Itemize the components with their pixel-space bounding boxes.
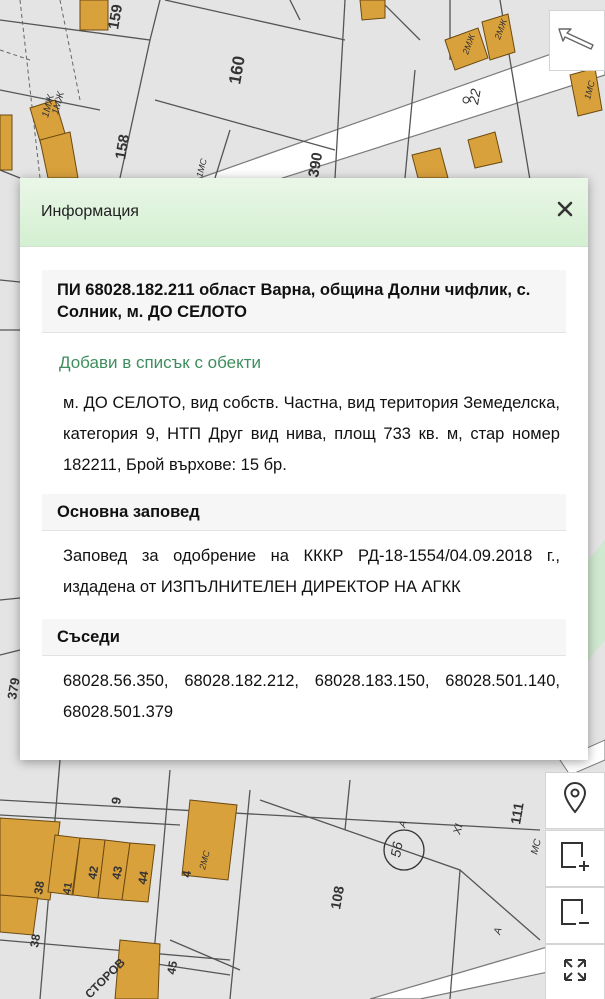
fullscreen-button[interactable] [545, 944, 605, 999]
overview-map-button[interactable] [549, 10, 605, 71]
map-pin-icon [562, 782, 588, 819]
parcel-label: 44 [135, 870, 151, 886]
parcel-label: 42 [85, 865, 101, 881]
arrow-icon [557, 25, 597, 56]
location-button[interactable] [545, 772, 605, 829]
parcel-label: 38 [27, 933, 43, 949]
square-plus-icon [558, 839, 592, 878]
parcel-label: 38 [31, 880, 47, 896]
parcel-label: 22 [465, 87, 484, 106]
dialog-body: ПИ 68028.182.211 област Варна, община До… [20, 247, 588, 728]
info-dialog: Информация ПИ 68028.182.211 област Варна… [20, 178, 588, 760]
parcel-title: ПИ 68028.182.211 област Варна, община До… [42, 270, 566, 333]
dialog-header: Информация [20, 178, 588, 247]
parcel-label: 43 [109, 865, 125, 881]
parcel-description: м. ДО СЕЛОТО, вид собств. Частна, вид те… [63, 394, 560, 474]
neighbors-list: 68028.56.350, 68028.182.212, 68028.183.1… [63, 672, 560, 721]
order-heading: Основна заповед [42, 494, 566, 531]
square-minus-icon [558, 896, 592, 935]
add-to-list-link[interactable]: Добави в списък с обекти [59, 353, 566, 373]
add-area-button[interactable] [545, 830, 605, 887]
parcel-label: 41 [61, 881, 75, 895]
parcel-label: 56 [387, 840, 405, 858]
order-text: Заповед за одобрение на КККР РД-18-1554/… [63, 547, 560, 596]
parcel-label: 45 [164, 960, 180, 976]
close-icon [557, 201, 573, 222]
dialog-title: Информация [41, 203, 139, 220]
close-button[interactable] [554, 200, 576, 222]
expand-icon [562, 957, 588, 988]
neighbors-heading: Съседи [42, 619, 566, 656]
remove-area-button[interactable] [545, 887, 605, 944]
